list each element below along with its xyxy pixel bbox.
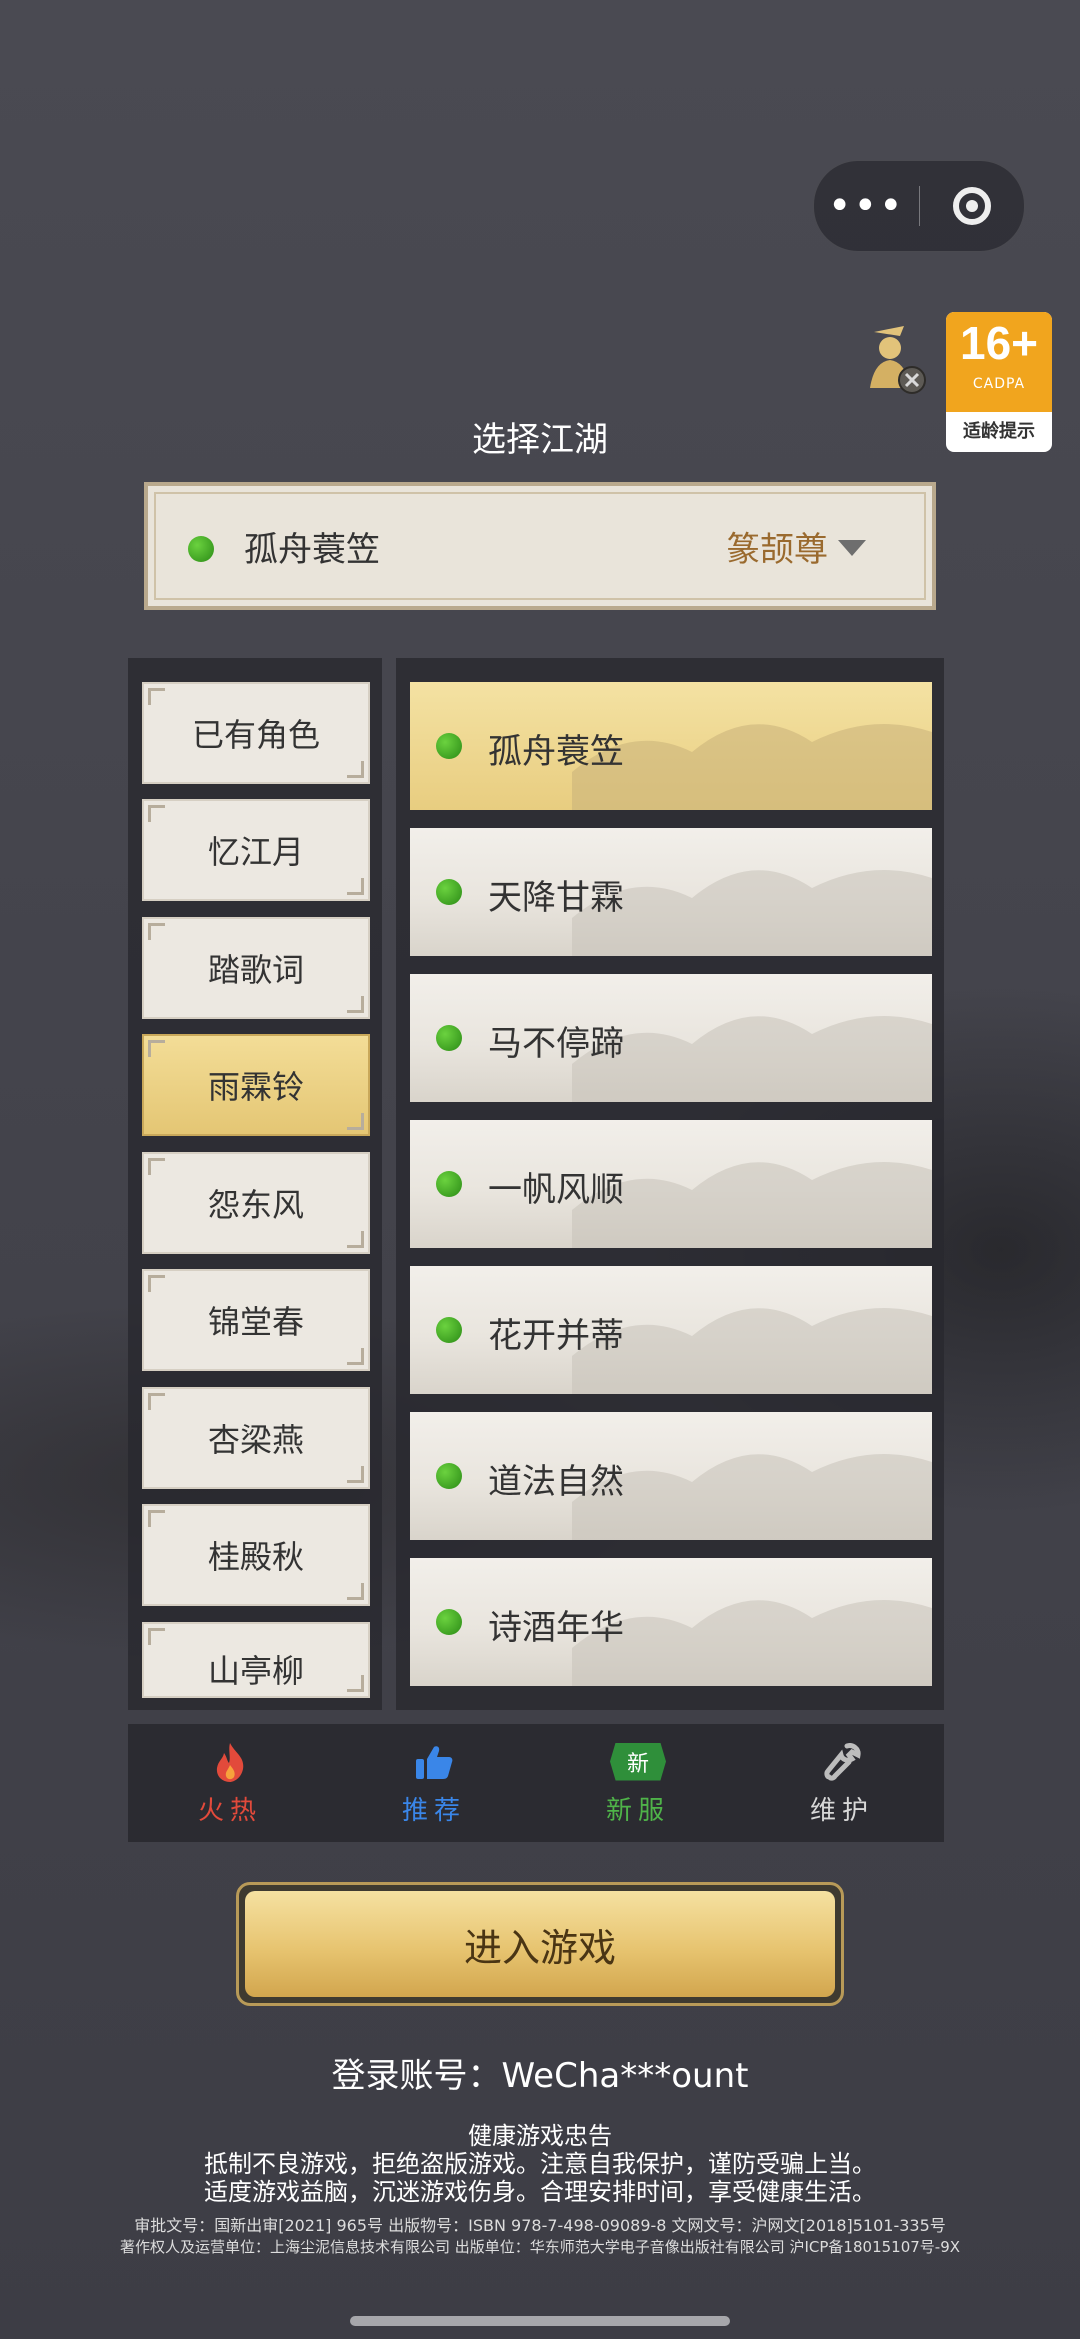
account-label: 登录账号：WeCha***ount bbox=[331, 2056, 749, 2096]
page-title: 选择江湖 bbox=[472, 420, 608, 460]
chevron-down-icon bbox=[838, 540, 866, 556]
server-list[interactable]: 孤舟蓑笠 天降甘霖 马不停蹄 一帆风顺 花开并蒂 道法自然 诗酒年华 bbox=[396, 658, 944, 1710]
age-rating-org: CADPA bbox=[972, 376, 1026, 392]
selected-server-name: 孤舟蓑笠 bbox=[244, 530, 380, 570]
legend-hot: 火热 bbox=[128, 1724, 332, 1842]
more-dots-icon[interactable]: ••• bbox=[814, 161, 919, 251]
server-name: 马不停蹄 bbox=[488, 1024, 624, 1064]
category-label: 踏歌词 bbox=[207, 951, 304, 989]
legend-label: 推荐 bbox=[401, 1795, 466, 1826]
legend-label: 维护 bbox=[809, 1795, 874, 1826]
home-indicator[interactable] bbox=[350, 2316, 730, 2326]
mountain-decoration bbox=[572, 870, 932, 956]
legend-maintenance: 维护 bbox=[740, 1724, 944, 1842]
mountain-decoration bbox=[572, 1162, 932, 1248]
server-item[interactable]: 天降甘霖 bbox=[410, 828, 932, 956]
notice-line: 适度游戏益脑，沉迷游戏伤身。合理安排时间，享受健康生活。 bbox=[204, 2178, 876, 2206]
category-item[interactable]: 怨东风 bbox=[142, 1152, 370, 1254]
legal-line: 审批文号：国新出审[2021] 965号 出版物号：ISBN 978-7-498… bbox=[134, 2216, 946, 2235]
legend-label: 火热 bbox=[197, 1795, 262, 1826]
server-name: 一帆风顺 bbox=[488, 1170, 624, 1210]
legal-line: 著作权人及运营单位：上海尘泥信息技术有限公司 出版单位：华东师范大学电子音像出版… bbox=[119, 2238, 961, 2256]
server-item[interactable]: 马不停蹄 bbox=[410, 974, 932, 1102]
category-item[interactable]: 已有角色 bbox=[142, 682, 370, 784]
capsule-menu: ••• bbox=[813, 160, 1025, 252]
category-label: 已有角色 bbox=[191, 716, 320, 754]
legend-new: 新 新服 bbox=[536, 1724, 740, 1842]
category-label: 忆江月 bbox=[207, 833, 304, 871]
thumbs-up-icon bbox=[416, 1745, 453, 1779]
status-dot-icon bbox=[436, 1463, 462, 1489]
server-name: 天降甘霖 bbox=[488, 878, 624, 918]
category-label: 杏梁燕 bbox=[207, 1421, 304, 1459]
notice-line: 抵制不良游戏，拒绝盗版游戏。注意自我保护，谨防受骗上当。 bbox=[204, 2150, 876, 2178]
status-dot-icon bbox=[188, 536, 214, 562]
health-notice: 健康游戏忠告 抵制不良游戏，拒绝盗版游戏。注意自我保护，谨防受骗上当。 适度游戏… bbox=[0, 2122, 1080, 2206]
new-badge-icon: 新 bbox=[610, 1742, 666, 1781]
status-dot-icon bbox=[436, 1025, 462, 1051]
fire-icon bbox=[216, 1742, 244, 1782]
enter-game-button[interactable]: 进入游戏 bbox=[236, 1882, 844, 2006]
server-item[interactable]: 诗酒年华 bbox=[410, 1558, 932, 1686]
notice-title: 健康游戏忠告 bbox=[468, 2122, 612, 2150]
category-item-active[interactable]: 雨霖铃 bbox=[142, 1034, 370, 1136]
mountain-decoration bbox=[572, 724, 932, 810]
category-item[interactable]: 杏梁燕 bbox=[142, 1387, 370, 1489]
mountain-decoration bbox=[572, 1454, 932, 1540]
status-dot-icon bbox=[436, 1171, 462, 1197]
server-name: 道法自然 bbox=[488, 1462, 624, 1502]
target-circle-icon[interactable] bbox=[920, 161, 1025, 251]
server-select[interactable]: 孤舟蓑笠 篆颉尊 bbox=[144, 482, 936, 610]
age-rating-number: 16+ bbox=[959, 317, 1039, 369]
category-label: 山亭柳 bbox=[207, 1652, 304, 1690]
category-item[interactable]: 桂殿秋 bbox=[142, 1504, 370, 1606]
server-name: 诗酒年华 bbox=[488, 1608, 624, 1648]
enter-game-label: 进入游戏 bbox=[245, 1891, 835, 1997]
category-label: 雨霖铃 bbox=[207, 1068, 304, 1106]
status-dot-icon bbox=[436, 1609, 462, 1635]
category-label: 桂殿秋 bbox=[207, 1538, 304, 1576]
category-list[interactable]: 已有角色 忆江月 踏歌词 雨霖铃 怨东风 锦堂春 杏梁燕 桂殿秋 山亭柳 bbox=[128, 658, 382, 1710]
category-item[interactable]: 忆江月 bbox=[142, 799, 370, 901]
legend-recommended: 推荐 bbox=[332, 1724, 536, 1842]
server-item[interactable]: 道法自然 bbox=[410, 1412, 932, 1540]
category-item[interactable]: 踏歌词 bbox=[142, 917, 370, 1019]
mountain-decoration bbox=[572, 1308, 932, 1394]
server-item[interactable]: 花开并蒂 bbox=[410, 1266, 932, 1394]
status-dot-icon bbox=[436, 879, 462, 905]
status-dot-icon bbox=[436, 733, 462, 759]
category-item[interactable]: 锦堂春 bbox=[142, 1269, 370, 1371]
server-item[interactable]: 一帆风顺 bbox=[410, 1120, 932, 1248]
wrench-icon bbox=[824, 1742, 861, 1781]
server-name: 孤舟蓑笠 bbox=[488, 732, 624, 772]
legend-label: 新服 bbox=[605, 1795, 670, 1826]
server-item-active[interactable]: 孤舟蓑笠 bbox=[410, 682, 932, 810]
status-dot-icon bbox=[436, 1317, 462, 1343]
category-item[interactable]: 山亭柳 bbox=[142, 1622, 370, 1698]
category-label: 锦堂春 bbox=[207, 1303, 304, 1341]
server-name: 花开并蒂 bbox=[488, 1316, 624, 1356]
category-label: 怨东风 bbox=[207, 1186, 304, 1224]
status-legend: 火热 推荐 新 新服 维护 bbox=[128, 1724, 944, 1842]
mountain-decoration bbox=[572, 1016, 932, 1102]
mountain-decoration bbox=[572, 1600, 932, 1686]
selected-server-tag: 篆颉尊 bbox=[726, 530, 828, 570]
character-icon[interactable] bbox=[860, 318, 930, 398]
